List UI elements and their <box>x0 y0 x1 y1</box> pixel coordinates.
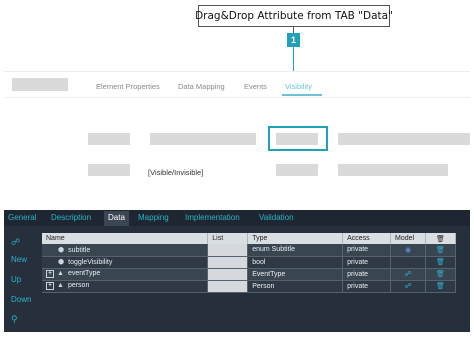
panel-title-placeholder <box>12 78 68 91</box>
table-row[interactable]: ⬢ toggleVisibility bool private 🗑 <box>42 256 457 269</box>
editor-tab-description[interactable]: Description <box>51 213 91 222</box>
field-label-placeholder <box>88 133 130 145</box>
row-list <box>207 256 249 269</box>
row-access: private <box>342 244 392 257</box>
editor-tab-mapping[interactable]: Mapping <box>138 213 169 222</box>
col-name[interactable]: Name <box>42 233 209 244</box>
cube-icon: ⬢ <box>58 259 65 266</box>
cubes-icon: ▲ <box>57 282 64 289</box>
tab-visibility[interactable]: Visibility <box>285 82 312 91</box>
attributes-table: Name List Type Access Model 🗑 ⬢ subtitle … <box>42 233 457 293</box>
editor-tab-data[interactable]: Data <box>104 211 129 226</box>
trash-icon: 🗑 <box>436 235 445 243</box>
expand-icon[interactable]: + <box>46 282 54 290</box>
col-model[interactable]: Model <box>390 233 426 244</box>
col-access[interactable]: Access <box>342 233 392 244</box>
row-access: private <box>342 268 392 281</box>
editor-tab-implementation[interactable]: Implementation <box>185 213 240 222</box>
delete-icon[interactable]: 🗑 <box>430 246 451 254</box>
row-name: eventType <box>67 270 101 277</box>
row-type: Person <box>247 280 344 293</box>
field-label-placeholder-2 <box>88 164 130 176</box>
table-row[interactable]: ⬢ subtitle enum Subtitle private ◉ 🗑 <box>42 244 457 257</box>
field-input-placeholder-2 <box>338 133 470 145</box>
link-icon[interactable]: ☍ <box>395 282 421 290</box>
delete-icon[interactable]: 🗑 <box>430 270 451 278</box>
tab-active-indicator <box>282 94 322 96</box>
down-button[interactable]: Down <box>11 295 31 304</box>
tab-events[interactable]: Events <box>244 82 267 91</box>
delete-icon[interactable]: 🗑 <box>430 282 451 290</box>
col-type[interactable]: Type <box>247 233 344 244</box>
row-type: enum Subtitle <box>247 244 344 257</box>
row-type: bool <box>247 256 344 269</box>
row-access: private <box>342 256 392 269</box>
table-row[interactable]: + ▲ person Person private ☍ 🗑 <box>42 280 457 293</box>
callout-label: Drag&Drop Attribute from TAB "Data" <box>195 5 393 27</box>
callout-number: 1 <box>287 33 300 47</box>
tab-element-properties[interactable]: Element Properties <box>96 82 160 91</box>
field-input-placeholder <box>150 133 256 145</box>
col-list[interactable]: List <box>207 233 249 244</box>
row-name: subtitle <box>68 246 91 254</box>
col-delete: 🗑 <box>425 233 457 244</box>
field-placeholder-3 <box>276 164 318 176</box>
delete-icon[interactable]: 🗑 <box>430 258 451 266</box>
link-icon[interactable]: ☍ <box>395 270 421 278</box>
globe-icon[interactable]: ◉ <box>395 246 421 254</box>
new-button[interactable]: New <box>11 255 27 264</box>
row-list <box>207 244 249 257</box>
editor-tab-general[interactable]: General <box>8 213 36 222</box>
row-access: private <box>342 280 392 293</box>
link-icon[interactable]: ☍ <box>11 237 20 248</box>
row-list <box>207 280 249 293</box>
row-name: toggleVisibility <box>68 259 113 266</box>
table-header: Name List Type Access Model 🗑 <box>42 233 457 244</box>
field-input-placeholder-3 <box>338 164 448 176</box>
editor-sidebar <box>4 226 42 332</box>
panel-divider <box>4 97 470 98</box>
search-icon[interactable]: ⚲ <box>11 314 18 325</box>
drop-target-highlight <box>268 126 328 151</box>
visibility-value: [Visible/Invisible] <box>148 168 204 177</box>
table-row[interactable]: + ▲ eventType EventType private ☍ 🗑 <box>42 268 457 281</box>
cube-icon: ⬢ <box>58 246 65 254</box>
row-name: person <box>67 282 90 289</box>
cubes-icon: ▲ <box>57 270 64 277</box>
expand-icon[interactable]: + <box>46 270 54 278</box>
tab-data-mapping[interactable]: Data Mapping <box>178 82 225 91</box>
editor-tab-validation[interactable]: Validation <box>259 213 294 222</box>
up-button[interactable]: Up <box>11 275 21 284</box>
row-list <box>207 268 249 281</box>
row-type: EventType <box>247 268 344 281</box>
